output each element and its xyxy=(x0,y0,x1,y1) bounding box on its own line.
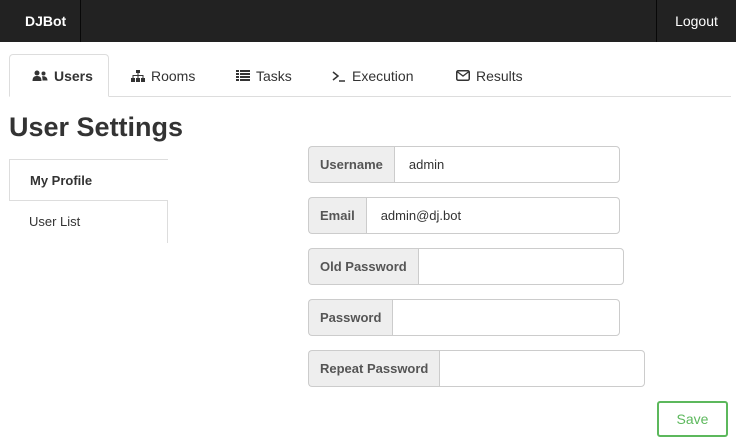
tab-tasks[interactable]: Tasks xyxy=(214,54,314,97)
email-field[interactable] xyxy=(365,197,620,234)
top-navbar: DJBot Logout xyxy=(0,0,736,42)
users-icon xyxy=(32,70,48,82)
save-button[interactable]: Save xyxy=(657,401,728,437)
email-label: Email xyxy=(308,197,366,234)
tab-results-label: Results xyxy=(476,67,523,84)
tab-execution[interactable]: Execution xyxy=(310,54,434,97)
tab-results[interactable]: Results xyxy=(434,54,549,97)
main-tabs: Users Rooms Tasks Execution Results xyxy=(9,54,731,97)
password-row: Password xyxy=(308,299,620,336)
repeat-password-label: Repeat Password xyxy=(308,350,440,387)
list-icon xyxy=(236,70,250,81)
sitemap-icon xyxy=(131,69,145,82)
password-field[interactable] xyxy=(392,299,620,336)
tab-execution-label: Execution xyxy=(352,67,414,84)
tab-users-label: Users xyxy=(54,67,93,84)
settings-subnav: My Profile User List xyxy=(9,159,168,243)
subnav-item-my-profile[interactable]: My Profile xyxy=(9,159,168,201)
envelope-icon xyxy=(456,70,470,81)
subnav-item-user-list[interactable]: User List xyxy=(9,201,168,243)
tab-tasks-label: Tasks xyxy=(256,67,292,84)
page-title: User Settings xyxy=(9,112,184,142)
logout-link[interactable]: Logout xyxy=(656,0,736,42)
terminal-icon xyxy=(332,70,346,82)
tab-rooms-label: Rooms xyxy=(151,67,196,84)
brand-link[interactable]: DJBot xyxy=(10,0,81,42)
email-row: Email xyxy=(308,197,620,234)
username-row: Username xyxy=(308,146,620,183)
repeat-password-field[interactable] xyxy=(439,350,646,387)
repeat-password-row: Repeat Password xyxy=(308,350,646,387)
old-password-row: Old Password xyxy=(308,248,624,285)
username-label: Username xyxy=(308,146,394,183)
old-password-field[interactable] xyxy=(417,248,624,285)
username-field[interactable] xyxy=(393,146,620,183)
password-label: Password xyxy=(308,299,393,336)
tab-users[interactable]: Users xyxy=(9,54,109,97)
old-password-label: Old Password xyxy=(308,248,418,285)
tab-rooms[interactable]: Rooms xyxy=(109,54,214,97)
